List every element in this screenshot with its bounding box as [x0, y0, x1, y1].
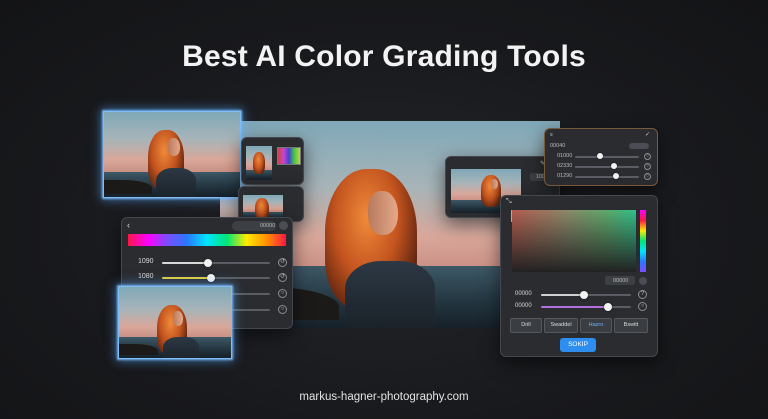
slider-2-label: 1080	[138, 273, 154, 280]
preset-button-bswitt[interactable]: Bswitt	[614, 318, 648, 333]
collapse-icon[interactable]: ⤡	[506, 198, 512, 206]
top-right-row-2-track[interactable]	[575, 166, 639, 168]
top-right-row-3-knob[interactable]	[613, 173, 619, 179]
page-title: Best AI Color Grading Tools	[182, 40, 586, 73]
reset-icon[interactable]: ○	[638, 302, 647, 311]
slider-1-knob[interactable]	[204, 259, 212, 267]
hue-bar[interactable]	[640, 210, 646, 272]
picker-slider-1-label: 00000	[515, 291, 532, 297]
info-icon[interactable]: ?	[638, 290, 647, 299]
top-right-row-3-label: 01290	[557, 173, 573, 179]
mini-preview-image	[246, 146, 272, 180]
check-icon[interactable]: ✓	[645, 131, 650, 138]
slider-1-label: 1090	[138, 258, 154, 265]
preset-button-swaddel[interactable]: Swaddel	[544, 318, 578, 333]
canvas: Best AI Color Grading Tools ‹ 00000 1090…	[0, 0, 768, 419]
hex-field-text: 00000	[613, 278, 629, 284]
mini-color-swatch[interactable]	[277, 147, 301, 165]
menu-icon[interactable]: ≡	[550, 132, 553, 138]
mini-preview-image-2	[243, 195, 283, 219]
reset-icon[interactable]: ↺	[278, 273, 287, 282]
watermark-url[interactable]: markus-hagner-photography.com	[0, 391, 768, 403]
picker-slider-2-knob[interactable]	[604, 303, 612, 311]
top-right-row-1-label: 01000	[557, 153, 573, 159]
top-right-row-1-track[interactable]	[575, 156, 639, 158]
picker-slider-1-fill	[541, 294, 584, 296]
slider-2-fill	[162, 277, 212, 279]
preview-thumbnail-top-left[interactable]	[103, 111, 241, 198]
picker-slider-1-knob[interactable]	[580, 291, 588, 299]
saturation-value-field[interactable]	[512, 210, 636, 272]
reset-icon[interactable]: ○	[644, 173, 651, 180]
color-picker-panel: ⤡ 00000 00000 ? 00000 ○ Drill Swaddel Ha…	[500, 195, 658, 357]
reset-icon[interactable]: ○	[278, 305, 287, 314]
top-right-header-field[interactable]	[629, 143, 649, 149]
back-chevron-icon[interactable]: ‹	[127, 220, 130, 230]
preview-thumbnail-bottom-left[interactable]	[118, 286, 232, 359]
reset-icon[interactable]: ○	[644, 153, 651, 160]
mini-preview-panel	[241, 137, 304, 185]
value-field-text: 00000	[260, 223, 276, 229]
hue-spectrum-bar[interactable]	[128, 234, 286, 246]
picker-slider-2-label: 00000	[515, 303, 532, 309]
top-right-adjust-panel: ≡ ✓ 00040 01000 ○ 02330 ○ 01290 ○	[544, 128, 658, 186]
reset-icon[interactable]: ○	[278, 289, 287, 298]
preset-button-hazro[interactable]: Hazro	[580, 318, 612, 333]
apply-button[interactable]: SOKIP	[560, 338, 596, 352]
preset-button-drill[interactable]: Drill	[510, 318, 542, 333]
reset-icon[interactable]: ↺	[278, 258, 287, 267]
slider-1-fill	[162, 262, 208, 264]
apply-icon[interactable]	[279, 221, 288, 230]
picker-slider-2-fill	[541, 306, 608, 308]
top-right-row-2-knob[interactable]	[611, 163, 617, 169]
top-right-row-3-track[interactable]	[575, 176, 639, 178]
top-right-header-label: 00040	[550, 143, 566, 149]
confirm-icon[interactable]	[639, 277, 647, 285]
reset-icon[interactable]: ○	[644, 163, 651, 170]
top-right-row-1-knob[interactable]	[597, 153, 603, 159]
top-right-row-2-label: 02330	[557, 163, 573, 169]
slider-2-knob[interactable]	[207, 274, 215, 282]
